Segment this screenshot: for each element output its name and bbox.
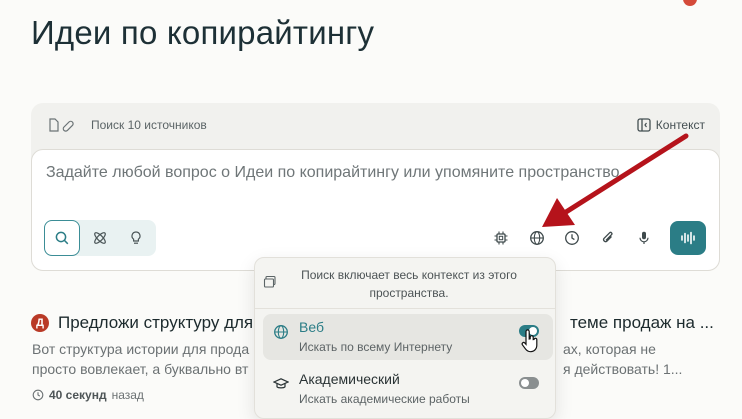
sources-button[interactable] [525, 226, 549, 250]
context-label: Контекст [655, 118, 705, 132]
divider [255, 308, 555, 309]
sources-dropdown: Поиск включает весь контекст из этого пр… [254, 257, 556, 419]
clock-icon [32, 389, 44, 401]
source-option-academic[interactable]: Академический Искать академические работ… [263, 366, 553, 412]
audio-wave-icon [681, 231, 695, 245]
source-option-subtitle: Искать академические работы [299, 392, 470, 406]
globe-icon [530, 231, 544, 245]
dictation-button[interactable] [632, 226, 656, 250]
thread-title-end[interactable]: теме продаж на ... [570, 313, 714, 333]
hand-pointer-icon [521, 329, 538, 353]
atom-icon [94, 232, 106, 244]
sidebar-panel-icon [637, 118, 651, 132]
microphone-icon [639, 231, 649, 244]
mode-selector [44, 220, 156, 256]
thread-timestamp: 40 секунд назад [32, 388, 144, 402]
avatar[interactable] [683, 0, 697, 6]
history-button[interactable] [560, 226, 584, 250]
context-button[interactable]: Контекст [637, 115, 705, 135]
sources-label[interactable]: Поиск 10 источников [91, 118, 207, 132]
thread-snippet-end: ах, которая не я действовать! 1... [563, 339, 713, 379]
query-placeholder: Задайте любой вопрос о Идеи по копирайти… [46, 164, 620, 181]
globe-icon [274, 325, 288, 339]
mode-research-button[interactable] [82, 220, 118, 256]
voice-mode-button[interactable] [670, 221, 706, 255]
thread-snippet-line: ах, которая не [563, 341, 656, 357]
file-link-icon [49, 118, 74, 132]
search-icon [55, 231, 69, 245]
stack-icon [263, 275, 276, 288]
paperclip-icon [602, 231, 613, 243]
academic-toggle[interactable] [519, 377, 539, 389]
cpu-chip-icon [494, 231, 508, 245]
lightbulb-icon [131, 231, 141, 244]
sources-dropdown-header: Поиск включает весь контекст из этого пр… [255, 258, 555, 308]
thread-time-suffix: назад [111, 388, 144, 402]
sources-bar: Поиск 10 источников Контекст [31, 103, 720, 147]
source-option-web[interactable]: Веб Искать по всему Интернету [263, 314, 553, 360]
thread-snippet-line: я действовать! 1... [563, 361, 683, 377]
sources-dropdown-note: Поиск включает весь контекст из этого пр… [301, 268, 517, 300]
source-option-subtitle: Искать по всему Интернету [299, 340, 453, 354]
thread-badge: Д [31, 314, 49, 332]
attach-button[interactable] [596, 226, 620, 250]
query-input[interactable]: Задайте любой вопрос о Идеи по копирайти… [31, 149, 720, 271]
composer-panel: Поиск 10 источников Контекст Задайте люб… [31, 103, 720, 271]
mode-labs-button[interactable] [118, 220, 154, 256]
source-option-title: Академический [299, 371, 400, 387]
clock-icon [565, 231, 579, 245]
graduation-cap-icon [273, 378, 289, 389]
source-option-title: Веб [299, 319, 324, 335]
page-title: Идеи по копирайтингу [31, 14, 375, 51]
thread-time-value: 40 секунд [49, 388, 107, 402]
mode-search-button[interactable] [44, 220, 80, 256]
model-button[interactable] [489, 226, 513, 250]
